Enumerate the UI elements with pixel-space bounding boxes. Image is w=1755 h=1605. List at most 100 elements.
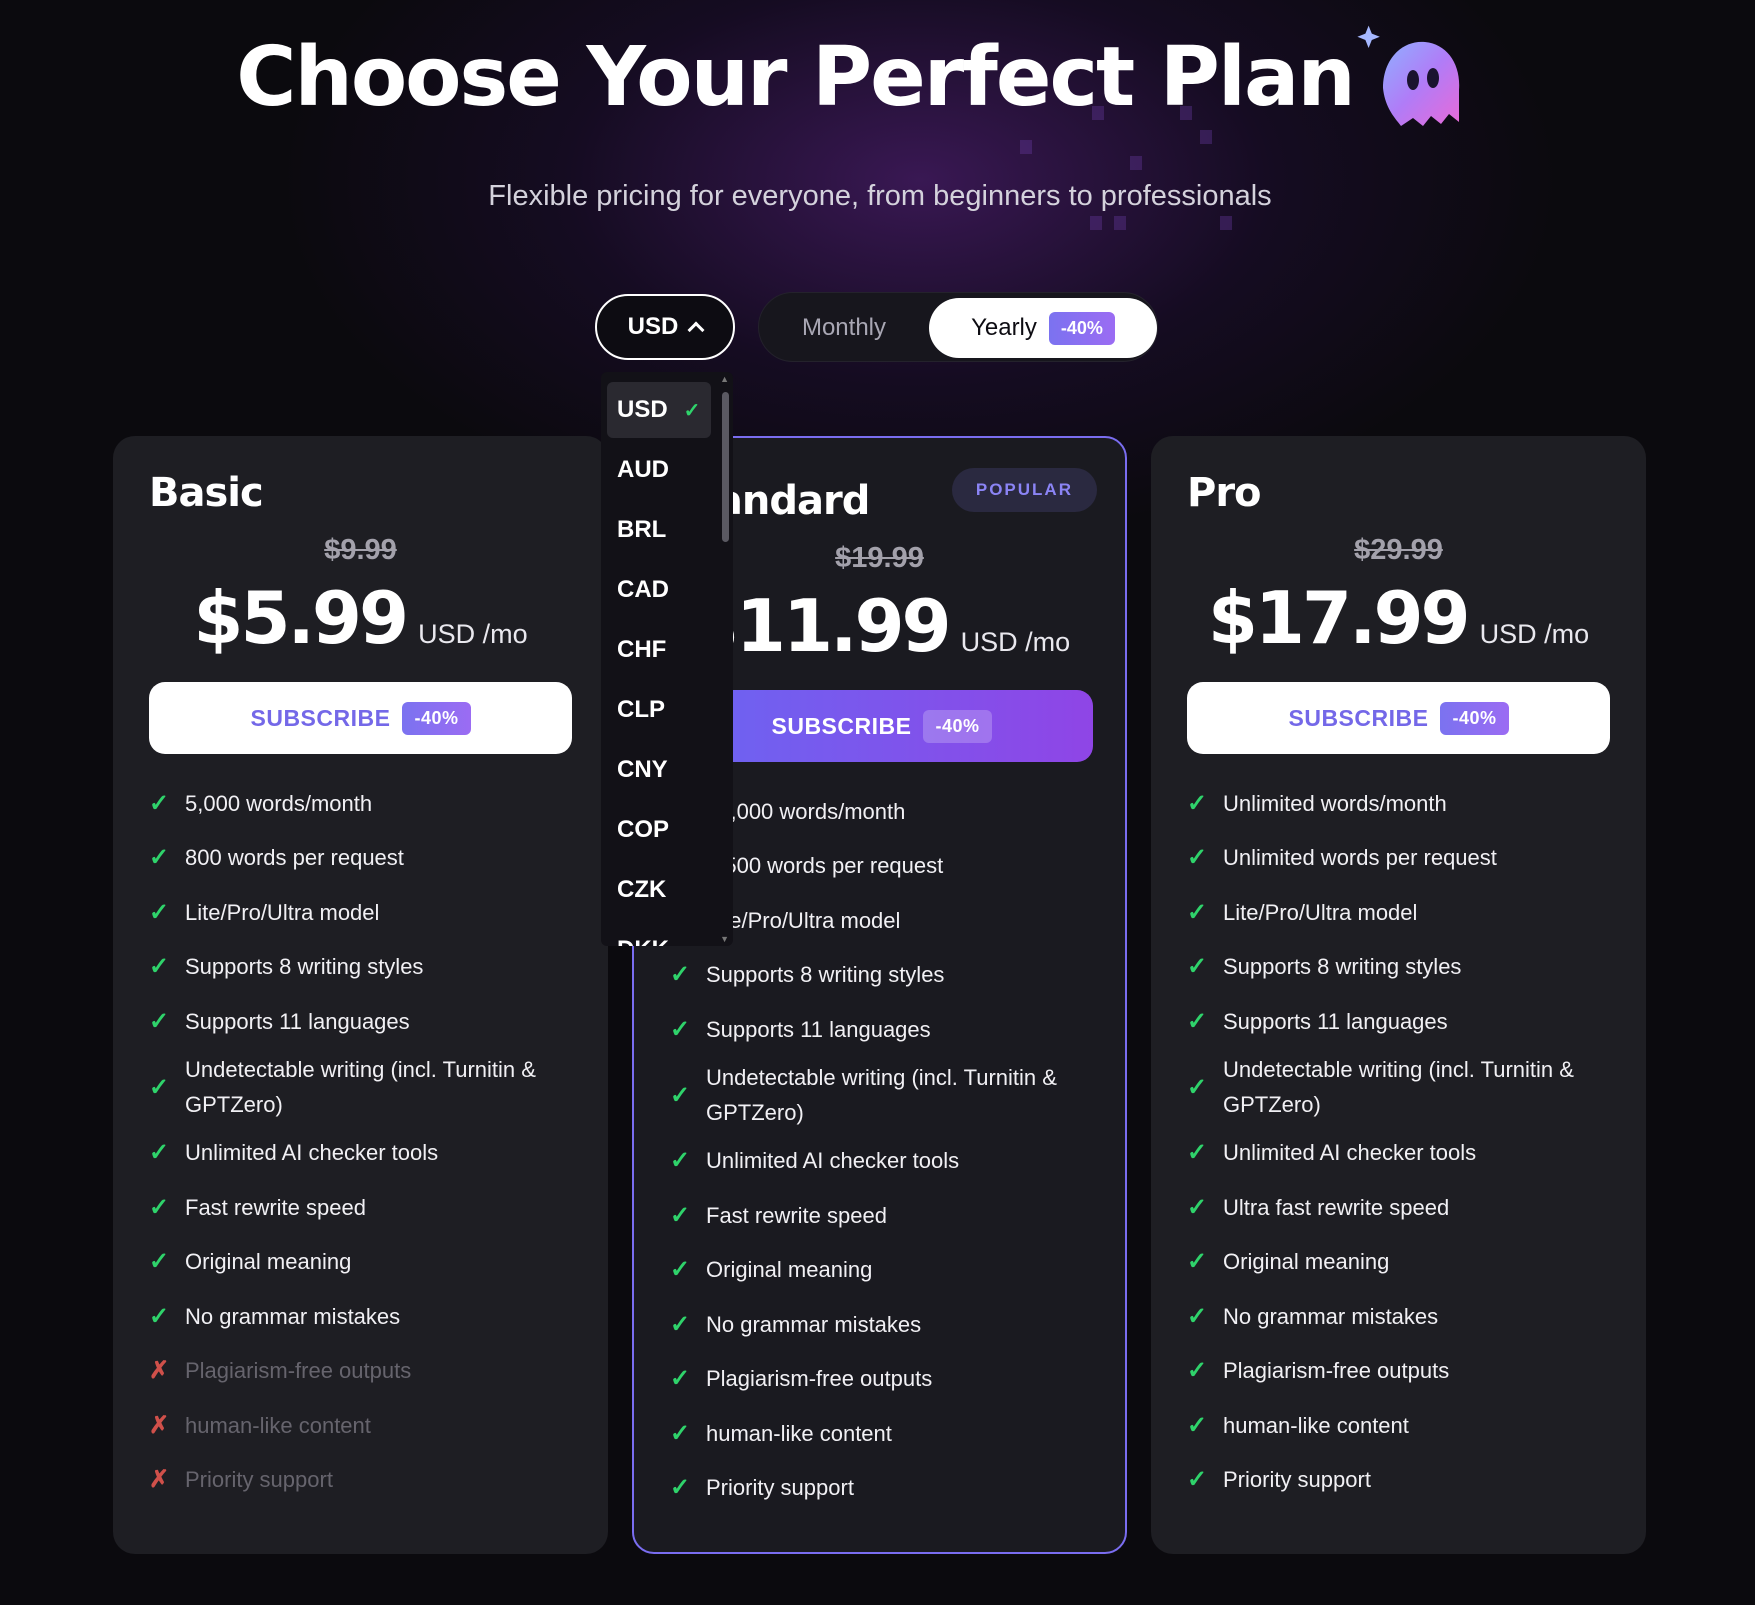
currency-option-aud[interactable]: AUD (607, 442, 711, 498)
check-icon: ✓ (149, 1139, 170, 1167)
currency-option-chf[interactable]: CHF (607, 622, 711, 678)
check-icon: ✓ (1187, 1007, 1208, 1035)
check-icon: ✓ (1187, 1411, 1208, 1439)
feature-item: ✓ Unlimited AI checker tools (149, 1135, 438, 1170)
check-icon: ✓ (670, 1201, 691, 1229)
feature-text: Original meaning (706, 1257, 873, 1283)
check-icon: ✓ (149, 789, 170, 817)
currency-option-label: CZK (617, 876, 667, 903)
billing-monthly-label: Monthly (801, 314, 887, 341)
check-icon: ✓ (670, 1256, 691, 1284)
currency-option-clp[interactable]: CLP (607, 682, 711, 738)
currency-option-czk[interactable]: CZK (607, 862, 711, 918)
check-icon: ✓ (1187, 1357, 1208, 1385)
feature-item: ✓ Supports 11 languages (670, 1012, 931, 1047)
feature-item: ✓ Supports 8 writing styles (670, 957, 944, 992)
feature-row: ✓ Undetectable writing (incl. Turnitin & … (1187, 1049, 1617, 1126)
feature-text: Unlimited AI checker tools (706, 1148, 960, 1174)
feature-text: 1,500 words per request (706, 853, 944, 879)
check-icon: ✓ (149, 1073, 170, 1101)
feature-item: ✗ Priority support (149, 1462, 333, 1497)
feature-row: ✓ Plagiarism-free outputs (670, 1352, 1100, 1407)
discount-badge: -40% (402, 701, 471, 735)
plan-price: $17.99 (1207, 576, 1471, 660)
feature-row: ✓ Original meaning (149, 1235, 579, 1290)
currency-option-label: CHF (617, 636, 667, 663)
check-icon: ✓ (670, 1419, 691, 1447)
feature-list: ✓ Unlimited words/month ✓ Unlimited words p… (1187, 776, 1617, 1507)
scroll-up-arrow-icon[interactable]: ▲ (720, 374, 729, 384)
feature-item: ✓ 800 words per request (149, 840, 404, 875)
check-icon: ✓ (1187, 1248, 1208, 1276)
feature-text: Lite/Pro/Ultra model (706, 907, 901, 933)
currency-option-dkk[interactable]: DKK (607, 922, 711, 946)
currency-option-label: COP (617, 816, 670, 843)
currency-select[interactable]: USD (595, 294, 735, 360)
check-icon: ✓ (670, 961, 691, 989)
page-title: Choose Your Perfect Plan (236, 30, 1355, 125)
scroll-down-arrow-icon[interactable]: ▼ (720, 934, 729, 944)
check-icon: ✓ (1187, 1466, 1208, 1494)
discount-badge: -40% (923, 709, 992, 743)
plan-old-price: $29.99 (1354, 534, 1443, 566)
feature-item: ✓ human-like content (670, 1416, 892, 1451)
feature-text: Lite/Pro/Ultra model (1223, 899, 1418, 925)
feature-row: ✓ Priority support (670, 1461, 1100, 1516)
currency-option-cad[interactable]: CAD (607, 562, 711, 618)
check-icon: ✓ (1187, 789, 1208, 817)
feature-text: Supports 11 languages (185, 1008, 410, 1034)
plan-price: $5.99 (193, 576, 409, 660)
dropdown-scrollbar[interactable] (722, 392, 729, 542)
cross-icon: ✗ (149, 1466, 170, 1494)
feature-row: ✓ Unlimited words per request (1187, 831, 1617, 886)
feature-text: 800 words per request (185, 845, 404, 871)
currency-option-cny[interactable]: CNY (607, 742, 711, 798)
feature-item: ✓ Fast rewrite speed (149, 1190, 366, 1225)
feature-row: ✓ Unlimited words/month (1187, 776, 1617, 831)
feature-item: ✓ Unlimited AI checker tools (1187, 1135, 1476, 1170)
feature-row: ✓ human-like content (670, 1406, 1100, 1461)
feature-text: Fast rewrite speed (185, 1194, 366, 1220)
plan-price-row: $5.99 USD /mo (113, 576, 608, 660)
feature-text: Unlimited AI checker tools (1223, 1140, 1477, 1166)
feature-row: ✓ Fast rewrite speed (670, 1188, 1100, 1243)
feature-item: ✓ Supports 8 writing styles (149, 949, 423, 984)
cross-icon: ✗ (149, 1357, 170, 1385)
currency-option-cop[interactable]: COP (607, 802, 711, 858)
plan-card-pro: Pro $29.99 $17.99 USD /mo SUBSCRIBE -40%… (1151, 436, 1646, 1554)
subscribe-button[interactable]: SUBSCRIBE -40% (1187, 682, 1610, 754)
chevron-up-icon (687, 321, 705, 339)
check-icon: ✓ (149, 1302, 170, 1330)
currency-option-usd[interactable]: USD ✓ (607, 382, 711, 438)
check-icon: ✓ (149, 1193, 170, 1221)
feature-item: ✓ Lite/Pro/Ultra model (1187, 895, 1417, 930)
feature-text: Original meaning (185, 1249, 352, 1275)
feature-text: Supports 8 writing styles (185, 954, 424, 980)
feature-row: ✓ Undetectable writing (incl. Turnitin & … (670, 1057, 1100, 1134)
feature-item: ✓ Supports 8 writing styles (1187, 949, 1461, 984)
feature-row: ✓ Fast rewrite speed (149, 1180, 579, 1235)
feature-text: No grammar mistakes (1223, 1303, 1439, 1329)
currency-option-label: BRL (617, 516, 667, 543)
billing-yearly-option[interactable]: Yearly -40% (929, 298, 1157, 358)
billing-monthly-option[interactable]: Monthly (759, 293, 929, 363)
check-icon: ✓ (1187, 844, 1208, 872)
feature-text: Supports 11 languages (706, 1016, 931, 1042)
feature-row: ✓ Original meaning (670, 1243, 1100, 1298)
feature-item: ✓ No grammar mistakes (1187, 1299, 1438, 1334)
feature-row: ✓ Unlimited AI checker tools (1187, 1126, 1617, 1181)
plan-price-unit: USD /mo (960, 627, 1071, 657)
feature-text: Undetectable writing (incl. Turnitin & G… (1223, 1057, 1574, 1117)
feature-row: ✓ No grammar mistakes (1187, 1289, 1617, 1344)
feature-item: ✓ Supports 11 languages (1187, 1004, 1448, 1039)
feature-item: ✓ No grammar mistakes (670, 1307, 921, 1342)
subscribe-button[interactable]: SUBSCRIBE -40% (670, 690, 1093, 762)
check-icon: ✓ (1187, 1302, 1208, 1330)
currency-option-brl[interactable]: BRL (607, 502, 711, 558)
feature-row: ✗ Plagiarism-free outputs (149, 1344, 579, 1399)
feature-item: ✓ 5,000 words/month (149, 786, 372, 821)
feature-row: ✓ 800 words per request (149, 831, 579, 886)
feature-item: ✓ Unlimited words/month (1187, 786, 1447, 821)
subscribe-button[interactable]: SUBSCRIBE -40% (149, 682, 572, 754)
feature-text: Unlimited AI checker tools (185, 1140, 439, 1166)
